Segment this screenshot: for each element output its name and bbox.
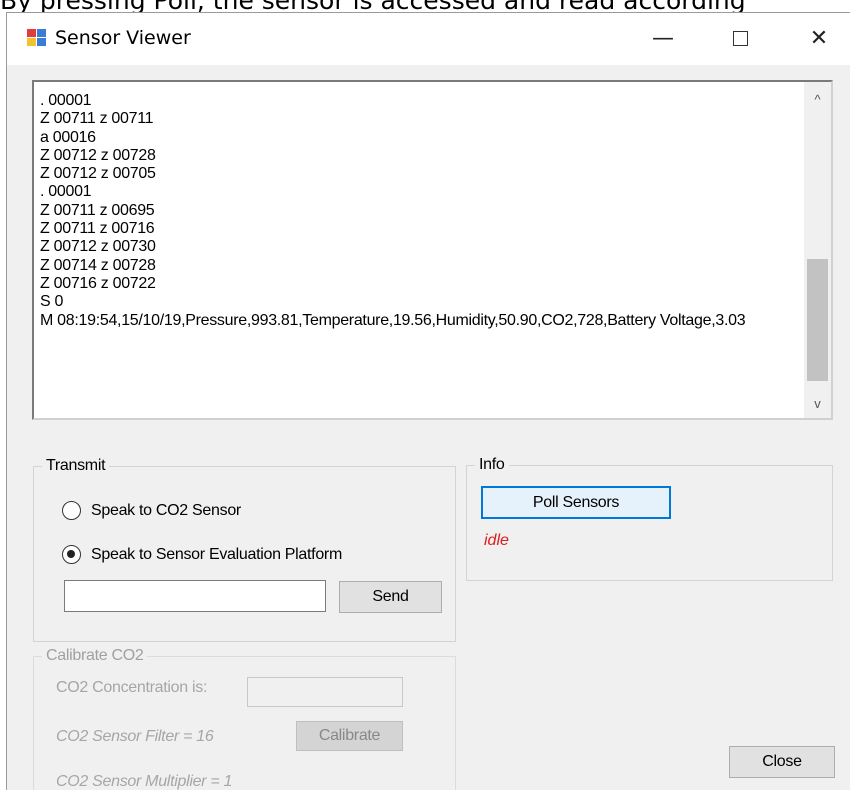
- maximize-icon: [732, 30, 748, 46]
- transmit-group-label: Transmit: [42, 457, 110, 475]
- chevron-up-icon: ^: [814, 91, 821, 107]
- minimize-button[interactable]: —: [641, 21, 685, 55]
- radio-evaluation-platform[interactable]: Speak to Sensor Evaluation Platform: [62, 545, 342, 564]
- transmit-input[interactable]: [64, 580, 326, 612]
- log-textarea[interactable]: . 00001 Z 00711 z 00711 a 00016 Z 00712 …: [32, 80, 833, 420]
- info-group: Info Poll Sensors idle: [466, 456, 833, 581]
- radio-co2-label: Speak to CO2 Sensor: [91, 501, 241, 519]
- scroll-thumb[interactable]: [807, 259, 828, 381]
- radio-co2-sensor[interactable]: Speak to CO2 Sensor: [62, 501, 241, 520]
- close-icon: ✕: [809, 25, 829, 51]
- scroll-down-button[interactable]: v: [804, 388, 831, 418]
- calibrate-group: Calibrate CO2 CO2 Concentration is: CO2 …: [33, 647, 456, 790]
- close-button[interactable]: Close: [729, 746, 835, 778]
- info-group-label: Info: [475, 456, 509, 474]
- sensor-viewer-window: Sensor Viewer — ✕ . 00001 Z 00711 z 0071…: [6, 12, 850, 790]
- radio-platform-label: Speak to Sensor Evaluation Platform: [91, 545, 342, 563]
- log-text: . 00001 Z 00711 z 00711 a 00016 Z 00712 …: [40, 92, 746, 329]
- window-title: Sensor Viewer: [55, 27, 191, 49]
- radio-checked-icon[interactable]: [62, 545, 81, 564]
- co2-multiplier-label: CO2 Sensor Multiplier = 1: [56, 773, 233, 790]
- app-icon: [27, 29, 47, 47]
- log-scrollbar[interactable]: ^ v: [804, 82, 831, 418]
- poll-sensors-button[interactable]: Poll Sensors: [481, 486, 671, 519]
- calibrate-group-label: Calibrate CO2: [42, 647, 148, 665]
- title-bar[interactable]: Sensor Viewer — ✕: [7, 13, 850, 65]
- close-window-button[interactable]: ✕: [797, 21, 841, 55]
- status-label: idle: [484, 532, 509, 549]
- minimize-icon: —: [652, 25, 674, 51]
- co2-filter-label: CO2 Sensor Filter = 16: [56, 728, 214, 745]
- chevron-down-icon: v: [814, 395, 821, 411]
- co2-concentration-input[interactable]: [247, 677, 403, 707]
- send-button[interactable]: Send: [339, 581, 442, 613]
- calibrate-button[interactable]: Calibrate: [296, 721, 403, 751]
- transmit-group: Transmit Speak to CO2 Sensor Speak to Se…: [33, 457, 456, 642]
- maximize-button[interactable]: [718, 21, 762, 55]
- co2-concentration-label: CO2 Concentration is:: [56, 679, 208, 696]
- scroll-up-button[interactable]: ^: [804, 84, 831, 114]
- radio-icon[interactable]: [62, 501, 81, 520]
